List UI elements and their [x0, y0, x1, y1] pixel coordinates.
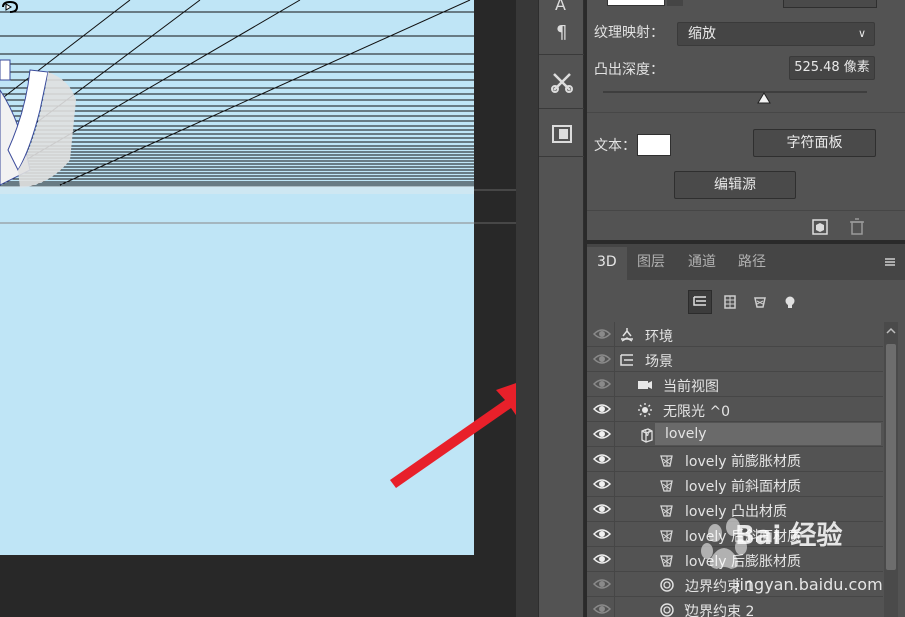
texture-mapping-label: 纹理映射： — [594, 25, 664, 41]
trash-icon[interactable] — [849, 218, 865, 236]
visibility-eye-icon[interactable] — [592, 551, 612, 567]
material-icon — [660, 480, 673, 492]
paragraph-icon[interactable]: ¶ — [546, 16, 578, 48]
photoshop-window: A ¶ 纹理映射： 缩放 ∨ 凸出深度： 525.48 像素 文本： 字符面板 … — [0, 0, 905, 617]
material-icon — [660, 455, 673, 467]
panel-menu-icon[interactable] — [883, 256, 897, 268]
tree-row[interactable]: 场景 — [587, 347, 883, 372]
scroll-up-icon[interactable] — [886, 326, 896, 336]
color-swatch-partial[interactable] — [607, 0, 665, 6]
extrusion-depth-slider-track[interactable] — [603, 91, 867, 93]
tree-row[interactable]: 环境 — [587, 322, 883, 347]
tree-scrollbar-thumb[interactable] — [886, 344, 896, 570]
3d-panel-icon[interactable] — [546, 118, 578, 150]
extrusion-depth-slider-thumb[interactable] — [757, 92, 771, 104]
tree-row[interactable]: ∨ 边界约束 2 — [587, 597, 883, 617]
visibility-eye-icon[interactable] — [592, 476, 612, 492]
filter-scene-icon[interactable] — [688, 290, 712, 314]
text-color-swatch[interactable] — [637, 134, 671, 156]
tab-3d[interactable]: 3D — [587, 247, 627, 280]
3d-filter-row — [587, 280, 905, 322]
svg-text:¶: ¶ — [556, 22, 567, 42]
panel-dock-column: A ¶ — [538, 0, 585, 617]
filter-light-icon[interactable] — [778, 290, 802, 314]
tab-layers[interactable]: 图层 — [627, 247, 675, 280]
tree-row-label: 当前视图 — [663, 379, 719, 395]
material-icon — [660, 505, 673, 517]
tree-row-label: lovely 后膨胀材质 — [685, 554, 801, 570]
visibility-eye-icon[interactable] — [592, 526, 612, 542]
extrusion-depth-label: 凸出深度： — [594, 62, 664, 78]
visibility-eye-icon[interactable] — [592, 576, 612, 592]
watermark-url: jingyan.baidu.com — [735, 575, 883, 594]
tree-row-label: lovely — [665, 426, 707, 442]
visibility-eye-icon[interactable] — [592, 376, 612, 392]
tree-row-label: 环境 — [645, 329, 673, 345]
visibility-eye-icon[interactable] — [592, 401, 612, 417]
tree-row[interactable]: 当前视图 — [587, 372, 883, 397]
edit-source-button[interactable]: 编辑源 — [674, 171, 796, 199]
tree-row-label: 场景 — [645, 354, 673, 370]
swatch-dropdown[interactable] — [667, 0, 683, 6]
tab-paths[interactable]: 路径 — [728, 247, 776, 280]
properties-footer — [587, 210, 905, 240]
render-icon[interactable] — [811, 218, 829, 236]
visibility-eye-icon[interactable] — [592, 501, 612, 517]
3d-scene-tree: 环境场景当前视图无限光 ^0 ∨ lovely lovely 前膨胀材质 lovely … — [587, 322, 883, 617]
3d-panel: 3D 图层 通道 路径 环境 场景 当前视图 无限光 ^0 ∨ lovely l… — [587, 244, 905, 617]
texture-mapping-select[interactable]: 缩放 ∨ — [677, 22, 875, 46]
mesh-icon — [641, 428, 653, 443]
text-label: 文本： — [594, 138, 636, 154]
watermark-brand: Bai 经验 — [735, 521, 843, 551]
visibility-eye-icon[interactable] — [592, 426, 612, 442]
rotate-cursor-icon — [2, 0, 19, 13]
material-icon — [660, 555, 673, 567]
chevron-down-icon: ∨ — [857, 27, 866, 40]
camera-icon — [638, 381, 652, 389]
filter-material-icon[interactable] — [748, 290, 772, 314]
tree-row[interactable]: ∨ lovely — [587, 422, 883, 447]
texture-mapping-value: 缩放 — [688, 26, 716, 42]
light-icon — [638, 403, 652, 417]
perspective-grid-overflow — [474, 189, 516, 224]
extrusion-depth-input[interactable]: 525.48 像素 — [789, 56, 875, 80]
canvas-area[interactable] — [0, 0, 542, 617]
filter-mesh-icon[interactable] — [718, 290, 742, 314]
visibility-eye-icon[interactable] — [592, 601, 612, 617]
tree-row[interactable]: lovely 前膨胀材质 — [587, 447, 883, 472]
constraint-icon — [660, 603, 674, 617]
tools-icon[interactable] — [546, 66, 578, 98]
tree-row-label: lovely 前膨胀材质 — [685, 454, 801, 470]
tab-channels[interactable]: 通道 — [678, 247, 726, 280]
visibility-eye-icon[interactable] — [592, 326, 612, 342]
constraint-icon — [660, 578, 674, 592]
character-panel-button[interactable]: 字符面板 — [753, 129, 876, 157]
panel-collapse-strip — [516, 0, 538, 617]
visibility-eye-icon[interactable] — [592, 451, 612, 467]
svg-text:A: A — [555, 0, 566, 14]
top-button-partial[interactable] — [783, 0, 877, 8]
scene-icon — [620, 354, 633, 366]
tree-row-label: 无限光 ^0 — [663, 404, 731, 420]
tree-row-label: lovely 前斜面材质 — [685, 479, 801, 495]
tree-row-label: 边界约束 2 — [685, 604, 755, 617]
material-icon — [660, 530, 673, 542]
tree-row[interactable]: 无限光 ^0 — [587, 397, 883, 422]
visibility-eye-icon[interactable] — [592, 351, 612, 367]
environment-icon — [621, 328, 633, 342]
tree-row[interactable]: lovely 前斜面材质 — [587, 472, 883, 497]
panel-tab-bar: 3D 图层 通道 路径 — [587, 244, 905, 280]
